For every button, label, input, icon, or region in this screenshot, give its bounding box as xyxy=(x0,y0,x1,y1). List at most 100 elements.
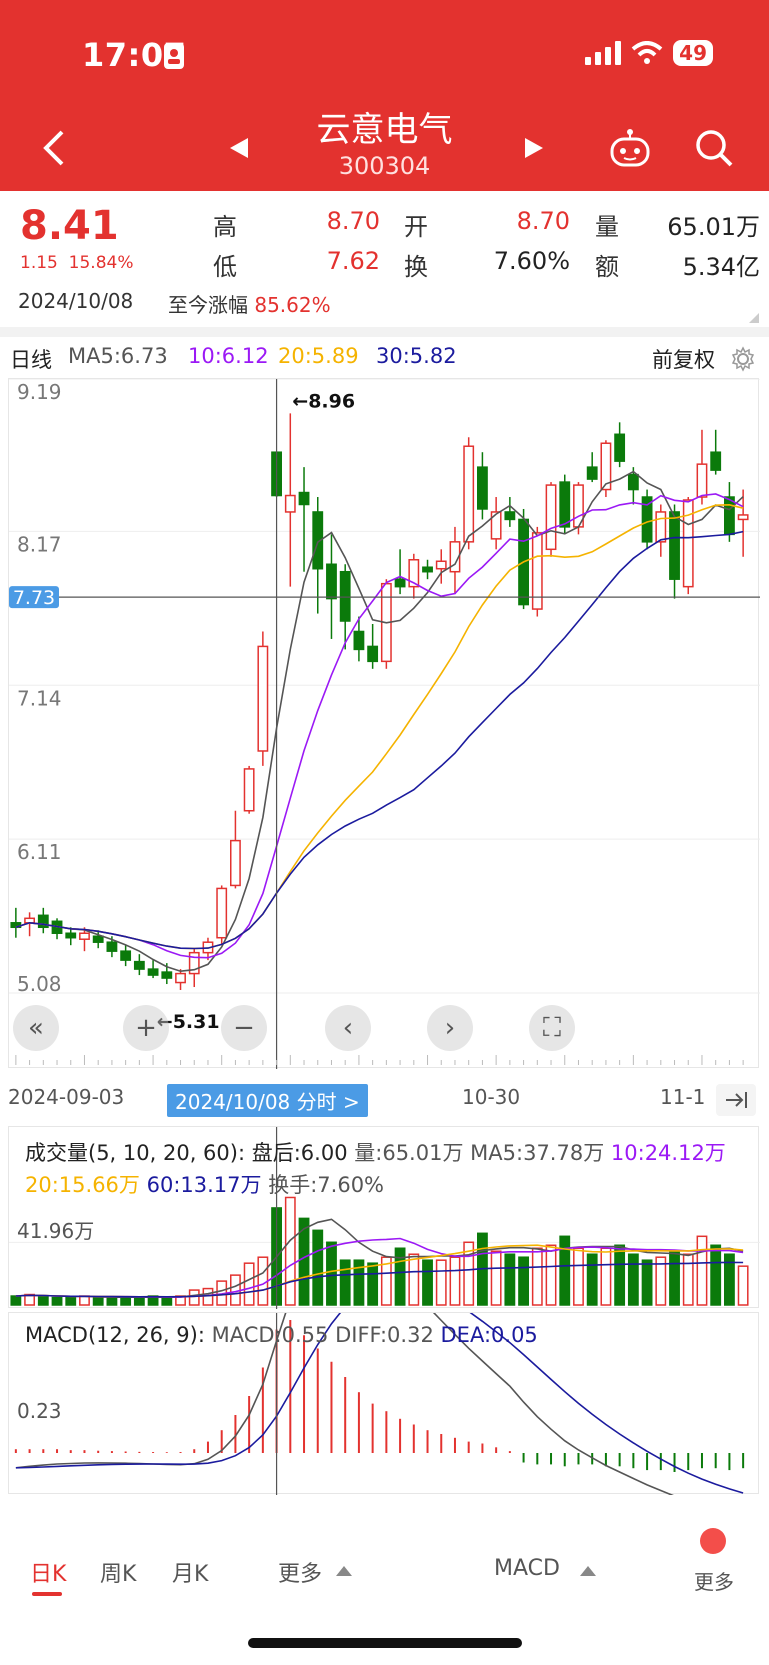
volume-bar xyxy=(627,1253,639,1306)
candle-body xyxy=(65,932,77,939)
divider xyxy=(0,327,769,337)
candle-body xyxy=(79,932,90,940)
scroll-right-button[interactable]: › xyxy=(427,1005,473,1051)
status-icons: 49 xyxy=(585,40,713,66)
caret-up-icon xyxy=(580,1566,596,1576)
open-value: 8.70 xyxy=(516,207,570,235)
crosshair-price-label: 7.73 xyxy=(13,587,55,609)
volume-bar xyxy=(586,1253,598,1306)
low-label: 低 xyxy=(213,253,237,281)
x-tick-mid: 10-30 xyxy=(462,1085,521,1109)
volume-panel[interactable]: 成交量(5, 10, 20, 60): 盘后:6.00 量:65.01万 MA5… xyxy=(8,1126,760,1309)
candle-body xyxy=(298,491,310,506)
amount-value: 5.34亿 xyxy=(682,253,760,281)
quote-date: 2024/10/08 xyxy=(18,289,134,313)
candle-body xyxy=(133,960,145,970)
tab-macd[interactable]: MACD xyxy=(494,1556,560,1581)
tab-more[interactable]: 更多 xyxy=(278,1556,322,1588)
volume-bar xyxy=(37,1295,49,1306)
volume-bar xyxy=(284,1196,296,1306)
volume-bar xyxy=(339,1259,351,1306)
volume-bar xyxy=(79,1295,90,1306)
volume-bar xyxy=(710,1244,722,1306)
kline-chart[interactable]: 9.19 8.17 7.14 6.11 5.08 7.73 ←8.96 ←5.31 « + −… xyxy=(8,378,760,1069)
volume-bar xyxy=(614,1244,626,1306)
tab-day-k[interactable]: 日K xyxy=(30,1556,66,1588)
volume-bar xyxy=(518,1256,529,1306)
low-value: 7.62 xyxy=(326,247,380,275)
wifi-icon xyxy=(631,41,663,64)
candle-body xyxy=(339,570,351,622)
volume-bar xyxy=(120,1296,132,1306)
last-price: 8.41 xyxy=(20,203,119,249)
open-label: 开 xyxy=(404,213,428,241)
turnover-label: 换 xyxy=(404,253,428,281)
home-indicator xyxy=(248,1638,522,1648)
volume-bar xyxy=(106,1296,118,1306)
candle-body xyxy=(243,768,255,812)
candle-body xyxy=(257,645,269,752)
fullscreen-button[interactable]: ⛶ xyxy=(529,1005,575,1051)
ma5-label: MA5:6.73 xyxy=(68,344,168,368)
gear-icon[interactable] xyxy=(730,346,756,372)
ma-legend: 日线 MA5:6.73 10:6.12 20:5.89 30:5.82 前复权 xyxy=(0,340,769,376)
volume-bar xyxy=(682,1253,694,1306)
volume-bar xyxy=(435,1259,447,1306)
volume-bar xyxy=(490,1250,502,1306)
tab-day-underline xyxy=(32,1592,62,1596)
jump-end-icon[interactable] xyxy=(716,1084,756,1116)
search-icon[interactable] xyxy=(694,128,734,168)
volume-legend-row1: 成交量(5, 10, 20, 60): 盘后:6.00 量:65.01万 MA5… xyxy=(25,1141,726,1165)
volume-bar xyxy=(312,1229,324,1306)
x-axis: 2024-09-03 10-30 11-1 xyxy=(0,1081,769,1117)
volume-bar xyxy=(243,1262,255,1306)
candle-body xyxy=(655,511,667,543)
volume-bar xyxy=(531,1247,543,1306)
volume-value: 65.01万 xyxy=(667,213,760,241)
ma30-line xyxy=(15,530,744,950)
amount-label: 额 xyxy=(595,253,619,281)
macd-panel[interactable]: MACD(12, 26, 9): MACD:0.55 DIFF:0.32 DEA… xyxy=(8,1237,759,1510)
volume-bar xyxy=(449,1256,461,1306)
volume-bar xyxy=(367,1262,379,1306)
ma20-label: 20:5.89 xyxy=(278,344,359,368)
volume-y-tick: 41.96万 xyxy=(17,1219,95,1243)
more-dot-icon[interactable] xyxy=(700,1528,726,1554)
selected-date-badge[interactable]: 2024/10/08 分时 > xyxy=(167,1084,368,1117)
next-stock-icon[interactable] xyxy=(523,136,545,160)
candle-body xyxy=(161,971,173,979)
stock-code: 300304 xyxy=(338,152,431,180)
candle-body xyxy=(284,494,296,513)
candle-body xyxy=(367,645,379,663)
x-tick-start: 2024-09-03 xyxy=(8,1085,125,1109)
candle-body xyxy=(724,496,735,536)
candle-body xyxy=(477,466,488,510)
kline-svg[interactable]: 9.198.177.146.115.087.73←8.96←5.31 xyxy=(9,378,760,1069)
stock-name: 云意电气 xyxy=(316,110,453,150)
robot-icon[interactable] xyxy=(608,126,652,168)
zoom-in-button[interactable]: + xyxy=(123,1005,169,1051)
y-tick-label: 5.08 xyxy=(17,972,62,996)
volume-bar xyxy=(10,1295,22,1306)
volume-bar xyxy=(545,1244,557,1306)
tab-month-k[interactable]: 月K xyxy=(172,1556,208,1588)
candle-body xyxy=(627,473,639,491)
app-header: 17:07 49 云意电气 300304 xyxy=(0,0,769,191)
zoom-out-far-button[interactable]: « xyxy=(13,1005,59,1051)
signal-icon xyxy=(585,41,622,65)
volume-bar xyxy=(408,1253,420,1306)
macd-y-tick: 0.23 xyxy=(17,1399,62,1423)
scroll-left-button[interactable]: ‹ xyxy=(325,1005,371,1051)
candle-body xyxy=(353,630,365,651)
candle-body xyxy=(92,935,104,943)
candle-body xyxy=(106,941,118,952)
zoom-minus-button[interactable]: − xyxy=(221,1005,267,1051)
candle-body xyxy=(435,560,447,570)
candle-body xyxy=(586,466,598,480)
tab-week-k[interactable]: 周K xyxy=(100,1556,136,1588)
tab-more-2[interactable]: 更多 xyxy=(694,1566,734,1595)
period-label[interactable]: 日线 xyxy=(10,344,52,374)
adjust-label[interactable]: 前复权 xyxy=(652,344,715,374)
candle-body xyxy=(422,566,433,573)
candle-body xyxy=(216,887,228,939)
